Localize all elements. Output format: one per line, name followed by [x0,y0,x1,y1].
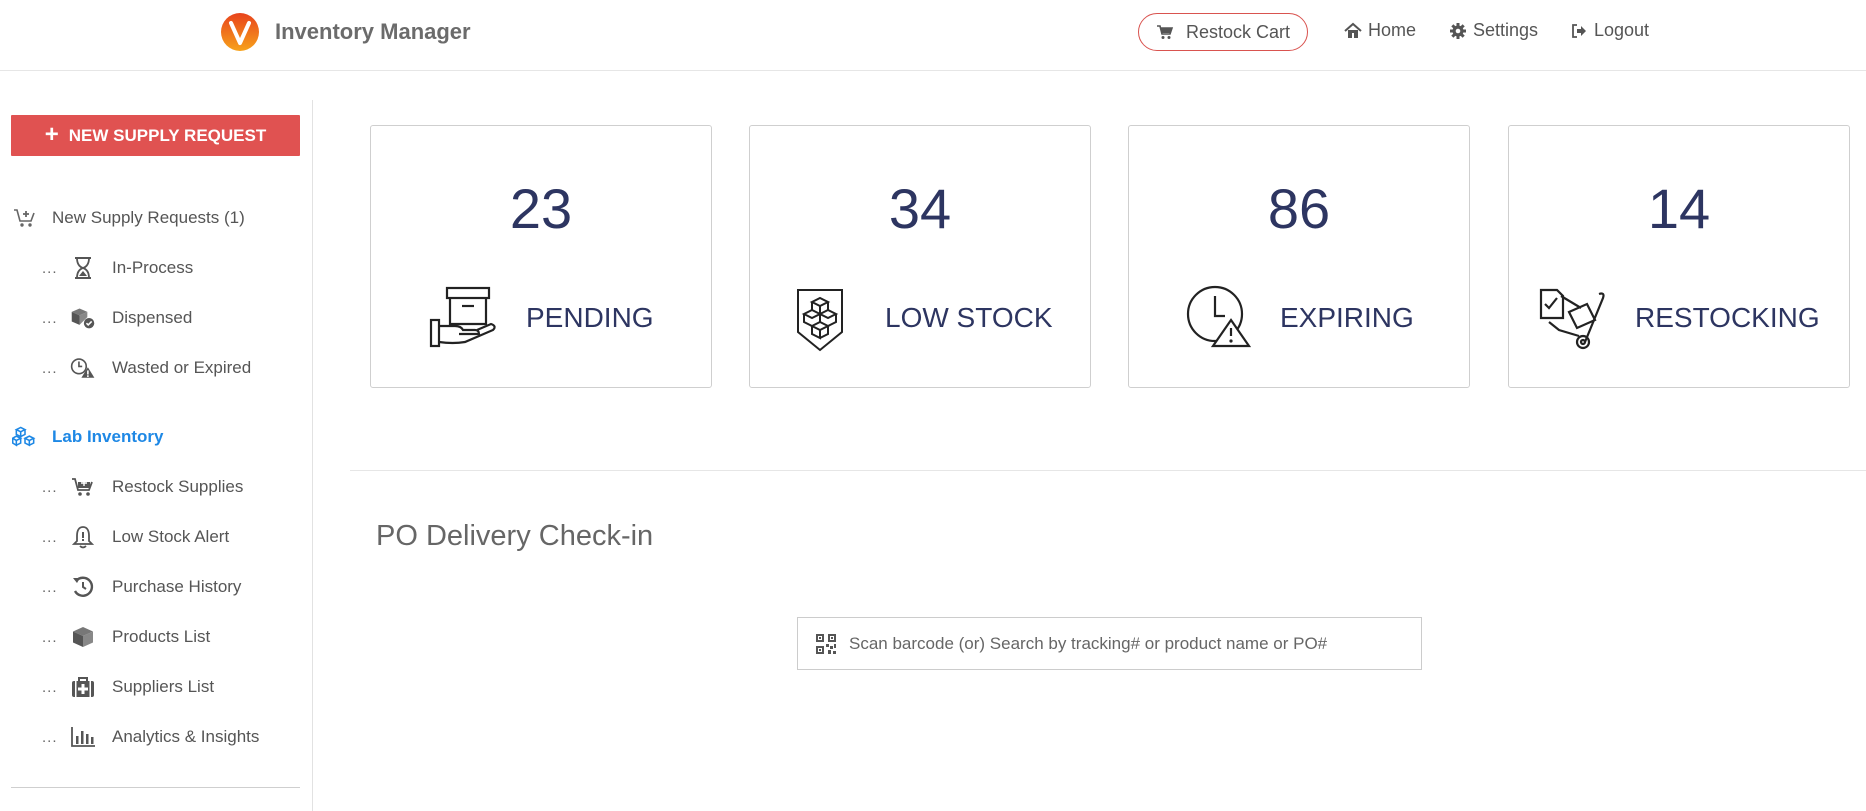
sidebar-item-label: Restock Supplies [112,477,244,496]
stat-label: PENDING [526,302,654,333]
clock-warning-icon [70,355,96,381]
tree-dots: ... [42,478,58,496]
logout-icon [1572,23,1586,38]
home-icon [1344,22,1362,38]
stat-label: LOW STOCK [885,302,1053,333]
tree-dots: ... [42,728,58,746]
po-search-box[interactable] [797,617,1422,670]
stat-count: 86 [1267,177,1331,240]
sidebar-item-products-list[interactable]: ... Products List [0,624,210,650]
top-navbar: Inventory Manager Restock Cart Home Sett… [0,0,1866,71]
po-delivery-title: PO Delivery Check-in [376,520,654,552]
cart-plus-icon [70,474,96,500]
sidebar-item-label: In-Process [112,258,194,277]
tree-dots: ... [42,359,58,377]
sidebar-item-label: Products List [112,627,211,646]
sidebar-item-dispensed[interactable]: ... Dispensed [0,305,192,331]
sidebar-item-label: Dispensed [112,308,193,327]
cubes-arrow-down-icon [797,289,843,352]
nav-logout-link[interactable]: Logout [1570,20,1649,41]
box-hand-icon [429,286,496,348]
nav-settings-label: Settings [1473,20,1539,40]
plus-icon: + [44,120,59,148]
cart-icon [1156,25,1174,39]
sidebar-item-label: Lab Inventory [52,427,164,446]
stat-card-low-stock[interactable]: 34 LOW STOCK [749,125,1091,388]
nav-logout-label: Logout [1594,20,1650,40]
nav-settings-link[interactable]: Settings [1449,20,1538,41]
sidebar-item-low-stock-alert[interactable]: ... Low Stock Alert [0,524,229,550]
sidebar-divider [11,787,300,788]
sidebar-item-label: Low Stock Alert [112,527,230,546]
history-icon [70,574,96,600]
restock-cart-label: Restock Cart [1185,21,1291,42]
po-search-input[interactable] [849,633,1409,654]
hourglass-icon [70,255,96,281]
restock-cart-button[interactable]: Restock Cart [1138,13,1308,51]
bell-alert-icon [70,524,96,550]
cubes-icon [12,424,38,450]
tree-dots: ... [42,578,58,596]
stat-card-pending[interactable]: 23 PENDING [370,125,712,388]
stat-label: RESTOCKING [1635,302,1820,333]
clock-warning-icon [1186,285,1252,348]
stat-card-expiring[interactable]: 86 EXPIRING [1128,125,1470,388]
stat-label: EXPIRING [1280,302,1414,333]
sidebar-item-label: Suppliers List [112,677,215,696]
tree-dots: ... [42,678,58,696]
stat-count: 14 [1647,177,1711,240]
medkit-icon [70,674,96,700]
sidebar-item-purchase-history[interactable]: ... Purchase History [0,574,241,600]
nav-home-label: Home [1368,20,1417,40]
gear-icon [1450,22,1466,39]
sidebar-item-new-supply-requests[interactable]: New Supply Requests (1) [12,205,245,231]
new-supply-request-button[interactable]: + NEW SUPPLY REQUEST [11,115,300,156]
tree-dots: ... [42,309,58,327]
stat-count: 23 [509,177,573,240]
sidebar-item-wasted-expired[interactable]: ... Wasted or Expired [0,355,251,381]
nav-home-link[interactable]: Home [1344,20,1416,41]
app-logo[interactable] [220,12,260,52]
tree-dots: ... [42,259,58,277]
app-title[interactable]: Inventory Manager [275,19,471,45]
tree-dots: ... [42,528,58,546]
sidebar-item-label: Wasted or Expired [112,358,252,377]
stat-count: 34 [888,177,952,240]
box-check-icon [70,305,96,331]
sidebar-item-label: Purchase History [112,577,242,596]
new-supply-request-label: NEW SUPPLY REQUEST [68,125,267,145]
bar-chart-icon [70,724,96,750]
qr-code-icon[interactable] [815,633,837,655]
sidebar-item-restock-supplies[interactable]: ... Restock Supplies [0,474,243,500]
sidebar-item-in-process[interactable]: ... In-Process [0,255,193,281]
sidebar-item-analytics-insights[interactable]: ... Analytics & Insights [0,724,259,750]
stat-card-restocking[interactable]: 14 RESTOCKING [1508,125,1850,388]
sidebar-item-label: Analytics & Insights [112,727,260,746]
tree-dots: ... [42,628,58,646]
cart-plus-icon [12,205,38,231]
hand-truck-icon [1539,288,1605,350]
sidebar-item-label: New Supply Requests (1) [52,208,245,227]
box-icon [70,624,96,650]
sidebar-item-lab-inventory[interactable]: Lab Inventory [12,424,163,450]
sidebar: + NEW SUPPLY REQUEST New Supply Requests… [0,100,313,811]
section-divider [350,470,1866,471]
sidebar-item-suppliers-list[interactable]: ... Suppliers List [0,674,214,700]
